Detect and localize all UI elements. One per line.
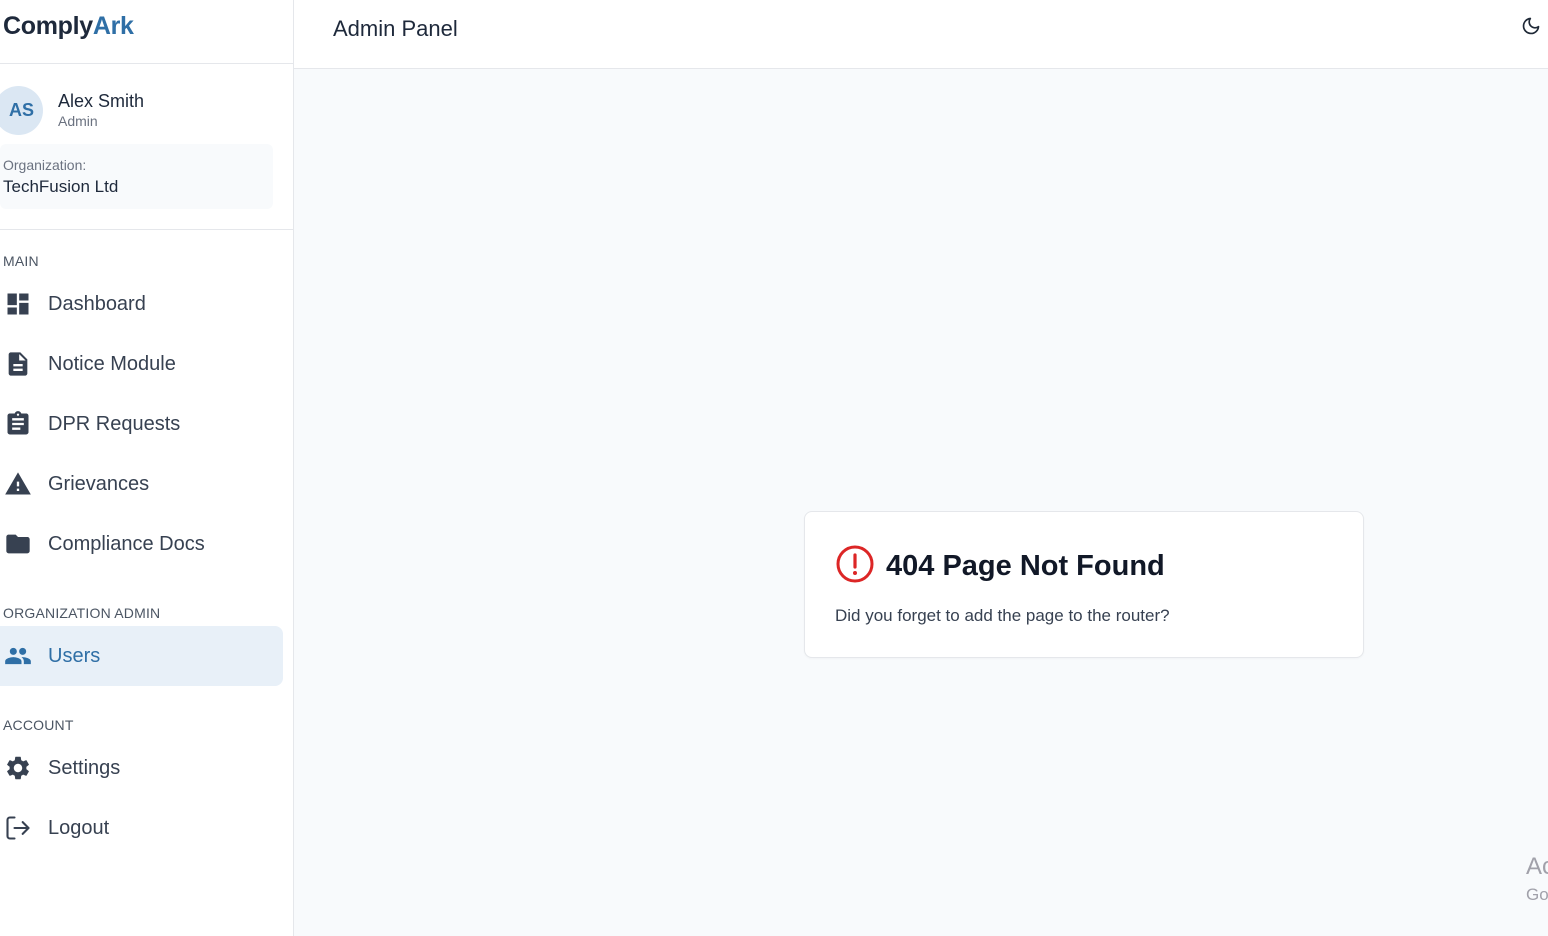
error-card: 404 Page Not Found Did you forget to add…	[804, 511, 1364, 658]
sidebar-item-settings[interactable]: Settings	[0, 738, 283, 798]
watermark-line1: Ac	[1526, 853, 1548, 880]
section-title-main: MAIN	[3, 253, 39, 269]
sidebar-item-label: Settings	[48, 756, 121, 779]
sidebar-item-users[interactable]: Users	[0, 626, 283, 686]
page-title: Admin Panel	[333, 16, 458, 41]
organization-box: Organization: TechFusion Ltd	[0, 144, 273, 209]
brand-logo[interactable]: ComplyArk	[0, 0, 293, 64]
organization-name: TechFusion Ltd	[3, 177, 119, 196]
organization-label: Organization:	[3, 157, 87, 173]
app-root: ComplyArk AS Alex Smith Admin Organizati…	[0, 0, 1548, 936]
sidebar-item-dashboard[interactable]: Dashboard	[0, 274, 283, 334]
sidebar-item-notice-module[interactable]: Notice Module	[0, 334, 283, 394]
user-role: Admin	[58, 113, 98, 129]
user-name: Alex Smith	[58, 91, 145, 111]
error-title: 404 Page Not Found	[886, 550, 1165, 582]
user-profile: AS Alex Smith Admin Organization: TechFu…	[0, 64, 293, 230]
clipboard-icon	[4, 410, 32, 438]
dashboard-icon	[4, 290, 32, 318]
error-message: Did you forget to add the page to the ro…	[835, 606, 1170, 625]
users-icon	[4, 642, 32, 670]
sidebar-item-label: Logout	[48, 816, 110, 839]
sidebar: ComplyArk AS Alex Smith Admin Organizati…	[0, 0, 294, 936]
theme-toggle-button[interactable]	[1520, 17, 1542, 39]
brand-name-part2: Ark	[92, 12, 134, 40]
warning-icon	[4, 470, 32, 498]
logout-icon	[4, 814, 32, 842]
section-title-account: ACCOUNT	[3, 717, 74, 733]
moon-icon	[1521, 16, 1541, 41]
folder-icon	[4, 530, 32, 558]
alert-circle-icon	[835, 544, 875, 589]
sidebar-item-label: Users	[48, 644, 101, 667]
sidebar-item-label: Grievances	[48, 472, 150, 495]
top-header: Admin Panel	[294, 0, 1548, 69]
sidebar-item-compliance-docs[interactable]: Compliance Docs	[0, 514, 283, 574]
sidebar-item-label: Compliance Docs	[48, 532, 205, 555]
sidebar-nav: MAIN Dashboard Notice Module DPR Request…	[0, 230, 293, 858]
sidebar-item-grievances[interactable]: Grievances	[0, 454, 283, 514]
document-icon	[4, 350, 32, 378]
activation-watermark: Ac Go	[1526, 852, 1548, 908]
gear-icon	[4, 754, 32, 782]
section-title-organization-admin: ORGANIZATION ADMIN	[3, 605, 161, 621]
sidebar-item-label: Notice Module	[48, 352, 176, 375]
avatar[interactable]: AS	[0, 85, 43, 135]
sidebar-item-dpr-requests[interactable]: DPR Requests	[0, 394, 283, 454]
sidebar-item-label: DPR Requests	[48, 412, 181, 435]
watermark-line2: Go	[1526, 885, 1548, 904]
brand-name-part1: Comply	[3, 12, 93, 40]
sidebar-item-logout[interactable]: Logout	[0, 798, 283, 858]
sidebar-item-label: Dashboard	[48, 292, 146, 315]
